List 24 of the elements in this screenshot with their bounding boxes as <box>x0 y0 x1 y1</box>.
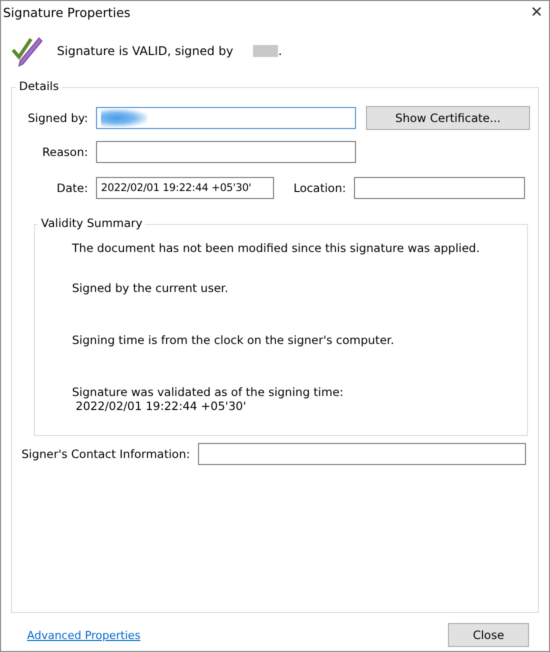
field-label: Reason: <box>41 145 89 159</box>
reason-field[interactable] <box>96 141 356 163</box>
group-title: Details <box>16 79 62 93</box>
status-message: Signature is VALID, signed by <box>57 44 234 58</box>
field-label: Date: <box>56 181 89 195</box>
close-icon[interactable]: ✕ <box>530 3 543 21</box>
summary-text: The document has not been modified since this signature was applied. <box>72 241 481 255</box>
location-field[interactable] <box>354 177 525 199</box>
redaction-mark <box>253 45 278 57</box>
signed-by-field[interactable] <box>96 107 356 129</box>
status-message-period: . <box>278 44 282 58</box>
advanced-properties-link[interactable]: Advanced Properties <box>27 628 140 642</box>
field-label: Signed by: <box>26 111 89 125</box>
group-title: Validity Summary <box>38 216 146 230</box>
date-field[interactable]: 2022/02/01 19:22:44 +05'30' <box>96 177 274 199</box>
summary-text: Signing time is from the clock on the signer's computer. <box>72 333 396 347</box>
field-label: Location: <box>292 181 347 195</box>
show-certificate-button[interactable]: Show Certificate... <box>366 106 530 130</box>
close-button[interactable]: Close <box>448 623 529 647</box>
field-label: Signer's Contact Information: <box>20 447 191 461</box>
window-title: Signature Properties <box>3 4 130 20</box>
summary-text: Signed by the current user. <box>72 281 230 295</box>
summary-text: Signature was validated as of the signing time: 2022/02/01 19:22:44 +05'30' <box>72 385 344 413</box>
contact-field[interactable] <box>198 443 526 465</box>
